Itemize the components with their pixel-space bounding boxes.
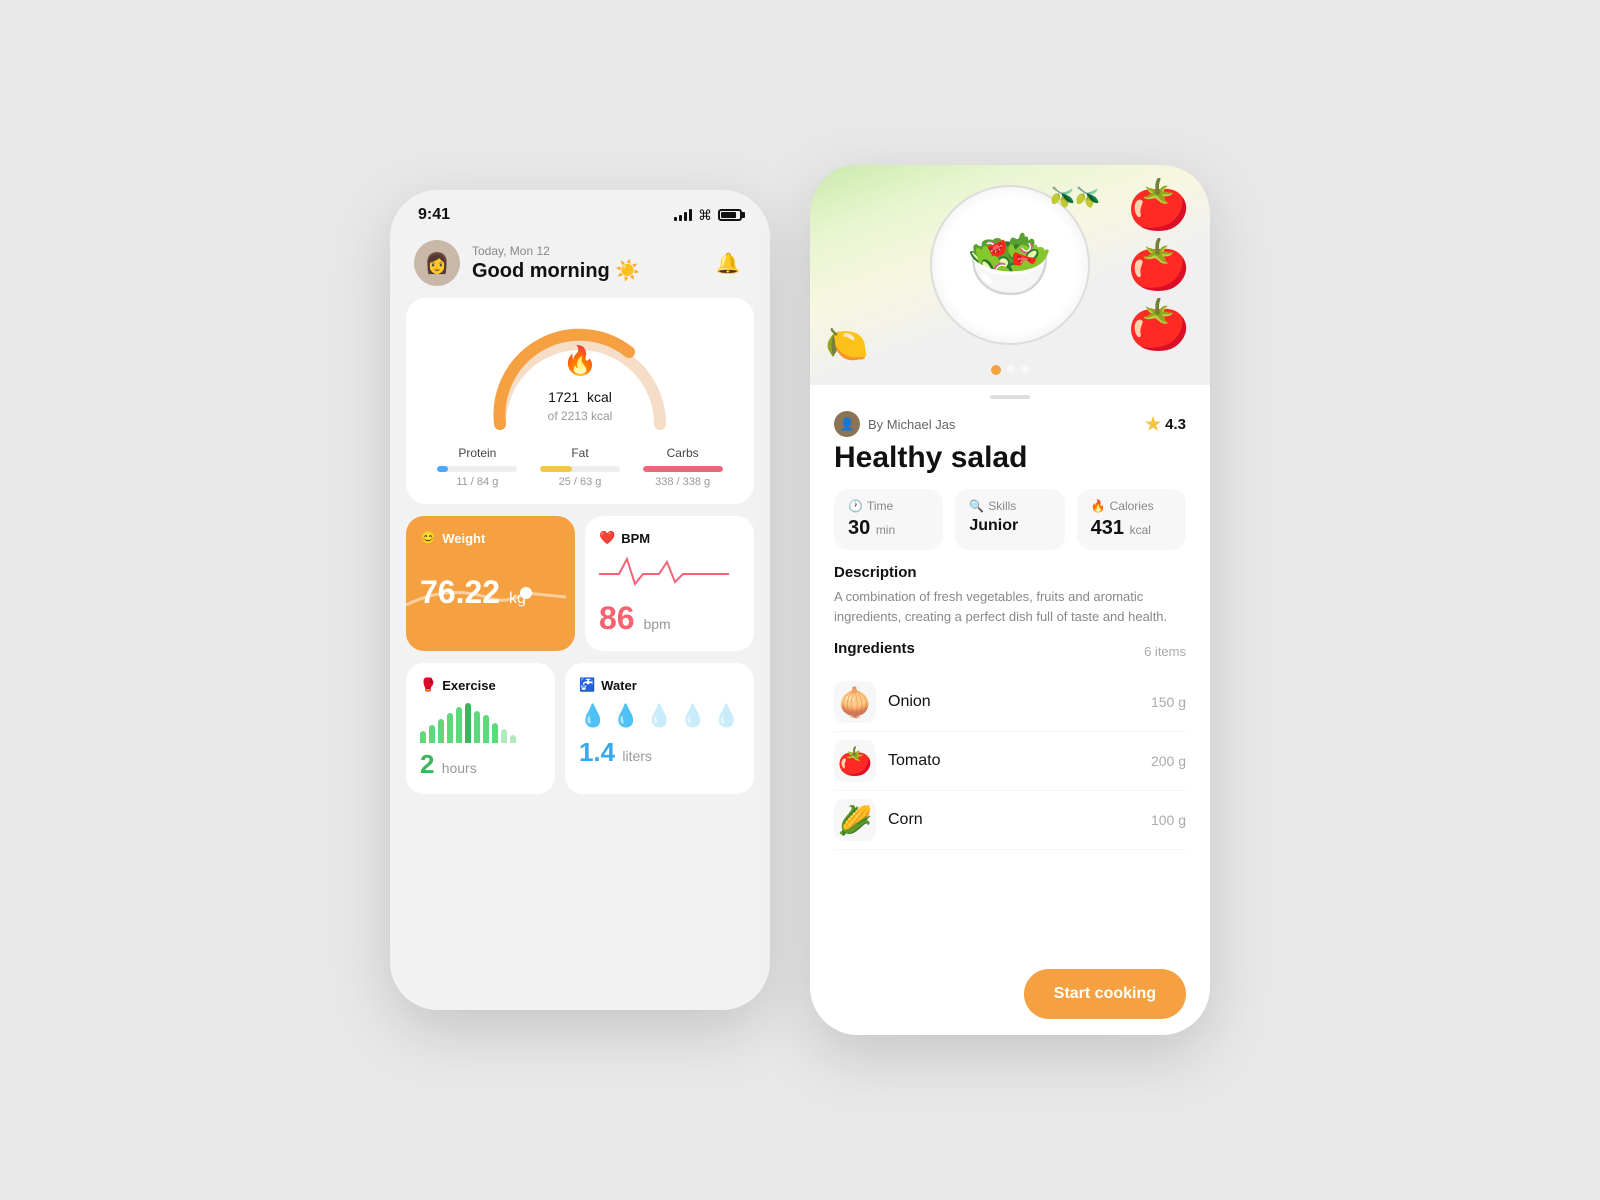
recipe-title: Healthy salad bbox=[834, 441, 1186, 475]
carbs-bar bbox=[643, 466, 723, 472]
ingredients-header: Ingredients 6 items bbox=[834, 640, 1186, 663]
weight-wave-svg bbox=[406, 575, 566, 615]
header-date: Today, Mon 12 bbox=[472, 244, 698, 258]
gauge-container: 🔥 1721 kcal of 2213 kcal bbox=[426, 314, 734, 434]
ingredients-title: Ingredients bbox=[834, 640, 915, 657]
fat-bar bbox=[540, 466, 620, 472]
recipe-body: 👤 By Michael Jas ★ 4.3 Healthy salad 🕐 T… bbox=[810, 399, 1210, 1035]
recipe-image: 🥗 🍅🍅🍅 🍋 🫒🫒 bbox=[810, 165, 1210, 385]
bottom-row: 🥊 Exercise 2 bbox=[406, 663, 754, 794]
dot-1[interactable] bbox=[991, 365, 1001, 375]
onion-name: Onion bbox=[888, 693, 1139, 711]
ingredient-corn: 🌽 Corn 100 g bbox=[834, 791, 1186, 850]
ingredient-onion: 🧅 Onion 150 g bbox=[834, 673, 1186, 732]
corn-emoji: 🌽 bbox=[834, 799, 876, 841]
dot-2[interactable] bbox=[1007, 365, 1015, 373]
right-phone: 🥗 🍅🍅🍅 🍋 🫒🫒 👤 By Michael Jas ★ 4.3 Health… bbox=[810, 165, 1210, 1035]
stat-skills: 🔍 Skills Junior bbox=[955, 489, 1064, 550]
skills-icon: 🔍 bbox=[969, 499, 984, 513]
water-card: 🚰 Water 💧 💧 💧 💧 💧 1.4 liters bbox=[565, 663, 754, 794]
signal-icon bbox=[674, 209, 692, 221]
ingredient-tomato: 🍅 Tomato 200 g bbox=[834, 732, 1186, 791]
calories-icon: 🔥 bbox=[1091, 499, 1106, 513]
stats-row: 😊 Weight 76.22 kg ❤️ BPM bbox=[406, 516, 754, 651]
gauge-center: 🔥 1721 kcal of 2213 kcal bbox=[548, 344, 613, 423]
tomatoes-decoration: 🍅🍅🍅 bbox=[1128, 175, 1190, 355]
corn-amount: 100 g bbox=[1151, 812, 1186, 828]
calorie-goal: of 2213 kcal bbox=[548, 409, 613, 423]
recipe-stats: 🕐 Time 30 min 🔍 Skills Junior 🔥 Calo bbox=[834, 489, 1186, 550]
protein-bar bbox=[437, 466, 517, 472]
stat-time: 🕐 Time 30 min bbox=[834, 489, 943, 550]
exercise-value: 2 hours bbox=[420, 749, 541, 780]
status-icons: ⌘ bbox=[674, 207, 742, 224]
lime-decoration: 🍋 bbox=[825, 324, 869, 365]
dot-3[interactable] bbox=[1021, 365, 1029, 373]
author-avatar: 👤 bbox=[834, 411, 860, 437]
macro-fat: Fat 25 / 63 g bbox=[540, 446, 620, 488]
water-value: 1.4 liters bbox=[579, 737, 740, 768]
onion-amount: 150 g bbox=[1151, 694, 1186, 710]
onion-emoji: 🧅 bbox=[834, 681, 876, 723]
ingredients-list: 🧅 Onion 150 g 🍅 Tomato 200 g 🌽 Corn 100 … bbox=[834, 673, 1186, 850]
start-cooking-button[interactable]: Start cooking bbox=[1024, 969, 1186, 1019]
water-label: 🚰 Water bbox=[579, 677, 740, 693]
calorie-value: 1721 kcal bbox=[548, 377, 612, 409]
corn-name: Corn bbox=[888, 811, 1139, 829]
wifi-icon: ⌘ bbox=[698, 207, 712, 224]
description-text: A combination of fresh vegetables, fruit… bbox=[834, 587, 1186, 626]
ingredients-count: 6 items bbox=[1144, 644, 1186, 659]
macro-carbs: Carbs 338 / 338 g bbox=[643, 446, 723, 488]
calorie-card: 🔥 1721 kcal of 2213 kcal Protein 11 / 84… bbox=[406, 298, 754, 504]
macros: Protein 11 / 84 g Fat 25 / 63 g Carbs bbox=[426, 446, 734, 488]
recipe-meta: 👤 By Michael Jas ★ 4.3 bbox=[834, 411, 1186, 437]
header: 👩 Today, Mon 12 Good morning ☀️ 🔔 bbox=[390, 232, 770, 298]
flame-icon: 🔥 bbox=[563, 344, 598, 377]
description-title: Description bbox=[834, 564, 1186, 581]
avatar: 👩 bbox=[414, 240, 460, 286]
exercise-label: 🥊 Exercise bbox=[420, 677, 541, 693]
battery-icon bbox=[718, 209, 742, 221]
bpm-card: ❤️ BPM 86 bpm bbox=[585, 516, 754, 651]
exercise-card: 🥊 Exercise 2 bbox=[406, 663, 555, 794]
weight-card: 😊 Weight 76.22 kg bbox=[406, 516, 575, 651]
status-bar: 9:41 ⌘ bbox=[390, 190, 770, 232]
star-icon: ★ bbox=[1145, 414, 1161, 435]
macro-protein: Protein 11 / 84 g bbox=[437, 446, 517, 488]
olive-decoration: 🫒🫒 bbox=[1050, 185, 1100, 210]
clock-icon: 🕐 bbox=[848, 499, 863, 513]
bpm-label: ❤️ BPM bbox=[599, 530, 740, 546]
weight-label: 😊 Weight bbox=[420, 530, 561, 546]
header-greeting: Good morning ☀️ bbox=[472, 258, 698, 283]
stat-calories: 🔥 Calories 431 kcal bbox=[1077, 489, 1186, 550]
bell-icon[interactable]: 🔔 bbox=[710, 245, 746, 281]
tomato-name: Tomato bbox=[888, 752, 1139, 770]
left-phone: 9:41 ⌘ 👩 Today, Mon 12 Good morning ☀️ 🔔 bbox=[390, 190, 770, 1010]
recipe-author: 👤 By Michael Jas bbox=[834, 411, 955, 437]
image-dots bbox=[991, 365, 1029, 375]
tomato-amount: 200 g bbox=[1151, 753, 1186, 769]
phone-content: 🔥 1721 kcal of 2213 kcal Protein 11 / 84… bbox=[390, 298, 770, 1010]
bpm-value: 86 bpm bbox=[599, 600, 740, 637]
tomato-emoji: 🍅 bbox=[834, 740, 876, 782]
water-drops: 💧 💧 💧 💧 💧 bbox=[579, 703, 740, 729]
bpm-wave-svg bbox=[599, 554, 729, 589]
header-text: Today, Mon 12 Good morning ☀️ bbox=[472, 244, 698, 283]
status-time: 9:41 bbox=[418, 206, 450, 224]
exercise-chart bbox=[420, 703, 541, 743]
recipe-rating: ★ 4.3 bbox=[1145, 414, 1186, 435]
